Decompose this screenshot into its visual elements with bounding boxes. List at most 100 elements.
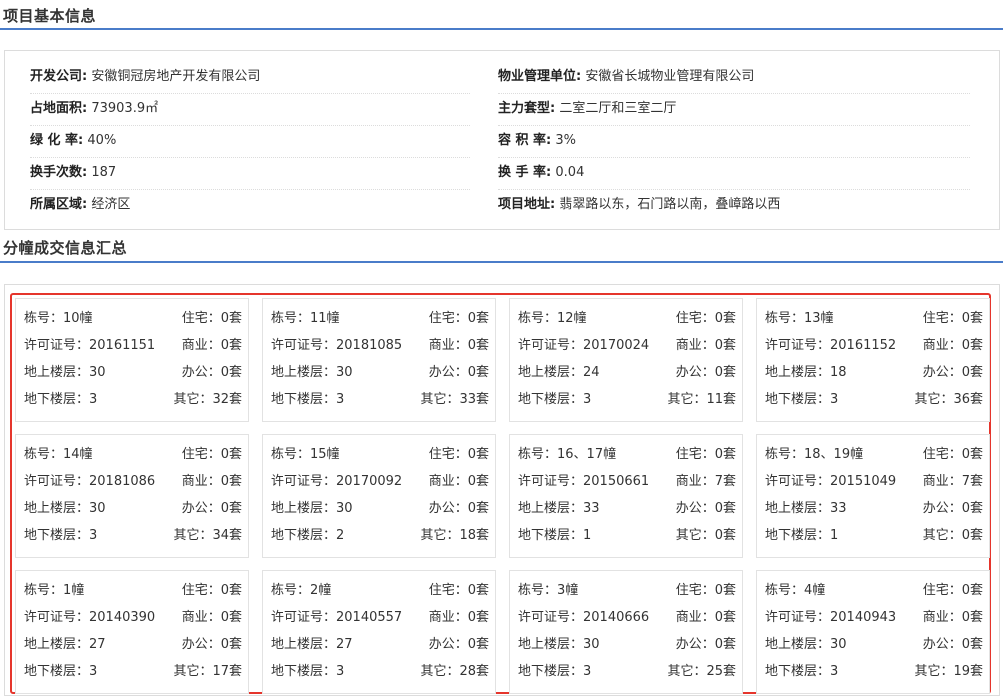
floors-above: 地上楼层：30 [518, 637, 600, 652]
card-line: 地下楼层：1 其它：0套 [765, 526, 983, 546]
section-divider [0, 28, 1003, 30]
info-label: 容 积 率: [498, 133, 552, 148]
card-line: 地上楼层：24 办公：0套 [518, 363, 736, 383]
info-row-main-layout: 主力套型: 二室二厅和三室二厅 [498, 93, 970, 126]
floors-below: 地下楼层：3 [518, 664, 592, 679]
card-line: 地下楼层：1 其它：0套 [518, 526, 736, 546]
card-line: 许可证号：20181085 商业：0套 [271, 336, 489, 356]
info-label: 换手次数: [30, 165, 88, 180]
floors-above: 地上楼层：30 [271, 501, 353, 516]
card-line: 地下楼层：3 其它：17套 [24, 662, 242, 682]
info-row-turnover-count: 换手次数: 187 [30, 157, 470, 190]
other-count: 其它：11套 [667, 392, 736, 407]
building-number: 栋号：11幢 [271, 311, 340, 326]
office-count: 办公：0套 [181, 637, 242, 652]
commercial-count: 商业：0套 [428, 338, 489, 353]
card-line: 许可证号：20161151 商业：0套 [24, 336, 242, 356]
office-count: 办公：0套 [181, 365, 242, 380]
office-count: 办公：0套 [922, 637, 983, 652]
info-value: 73903.9㎡ [91, 101, 159, 116]
commercial-count: 商业：0套 [675, 338, 736, 353]
building-card: 栋号：11幢 住宅：0套许可证号：20181085 商业：0套地上楼层：30 办公：0… [262, 298, 496, 422]
residential-count: 住宅：0套 [181, 447, 242, 462]
commercial-count: 商业：7套 [675, 474, 736, 489]
building-number: 栋号：12幢 [518, 311, 587, 326]
card-line: 许可证号：20150661 商业：7套 [518, 472, 736, 492]
info-value: 0.04 [555, 165, 585, 180]
residential-count: 住宅：0套 [675, 583, 736, 598]
card-line: 地下楼层：3 其它：11套 [518, 390, 736, 410]
card-line: 栋号：14幢 住宅：0套 [24, 445, 242, 465]
floors-above: 地上楼层：33 [765, 501, 847, 516]
residential-count: 住宅：0套 [428, 447, 489, 462]
card-line: 地上楼层：18 办公：0套 [765, 363, 983, 383]
floors-above: 地上楼层：18 [765, 365, 847, 380]
floors-below: 地下楼层：3 [765, 392, 839, 407]
info-label: 所属区域: [30, 197, 88, 212]
commercial-count: 商业：0套 [428, 474, 489, 489]
permit-number: 许可证号：20140943 [765, 610, 897, 625]
building-number: 栋号：3幢 [518, 583, 579, 598]
info-row-green-rate: 绿 化 率: 40% [30, 125, 470, 158]
card-line: 地下楼层：3 其它：28套 [271, 662, 489, 682]
card-line: 许可证号：20170024 商业：0套 [518, 336, 736, 356]
card-line: 栋号：2幢 住宅：0套 [271, 581, 489, 601]
info-label: 主力套型: [498, 101, 556, 116]
floors-above: 地上楼层：33 [518, 501, 600, 516]
info-row-plot-ratio: 容 积 率: 3% [498, 125, 970, 158]
card-line: 栋号：15幢 住宅：0套 [271, 445, 489, 465]
building-number: 栋号：10幢 [24, 311, 93, 326]
info-row-land-area: 占地面积: 73903.9㎡ [30, 93, 470, 126]
commercial-count: 商业：0套 [181, 338, 242, 353]
building-card: 栋号：16、17幢 住宅：0套 许可证号：20150661 商业：7套 地上楼层：33 办… [509, 434, 743, 558]
building-number: 栋号：15幢 [271, 447, 340, 462]
floors-below: 地下楼层：3 [24, 664, 98, 679]
card-line: 地上楼层：30 办公：0套 [271, 363, 489, 383]
floors-below: 地下楼层：2 [271, 528, 345, 543]
info-label: 绿 化 率: [30, 133, 84, 148]
floors-above: 地上楼层：27 [271, 637, 353, 652]
card-line: 许可证号：20170092 商业：0套 [271, 472, 489, 492]
office-count: 办公：0套 [922, 501, 983, 516]
card-line: 栋号：16、17幢 住宅：0套 [518, 445, 736, 465]
building-card: 栋号：3幢 住宅：0套 许可证号：20140666 商业：0套 地上楼层：30 办公：0套… [509, 570, 743, 694]
card-line: 栋号：18、19幢 住宅：0套 [765, 445, 983, 465]
floors-above: 地上楼层：30 [24, 501, 106, 516]
floors-below: 地下楼层：1 [765, 528, 839, 543]
info-label: 换 手 率: [498, 165, 552, 180]
commercial-count: 商业：0套 [181, 474, 242, 489]
permit-number: 许可证号：20181085 [271, 338, 403, 353]
section-title-basic-info: 项目基本信息 [3, 7, 97, 25]
residential-count: 住宅：0套 [428, 583, 489, 598]
card-line: 地上楼层：30 办公：0套 [765, 635, 983, 655]
card-line: 栋号：13幢 住宅：0套 [765, 309, 983, 329]
card-line: 地下楼层：3 其它：25套 [518, 662, 736, 682]
building-number: 栋号：4幢 [765, 583, 826, 598]
commercial-count: 商业：0套 [922, 610, 983, 625]
floors-above: 地上楼层：30 [271, 365, 353, 380]
info-label: 开发公司: [30, 69, 88, 84]
building-card: 栋号：14幢 住宅：0套 许可证号：20181086 商业：0套 地上楼层：30 办公：0… [15, 434, 249, 558]
card-line: 栋号：11幢 住宅：0套 [271, 309, 489, 329]
other-count: 其它：19套 [914, 664, 983, 679]
building-card: 栋号：10幢 住宅：0套 许可证号：20161151 商业：0套 地上楼层：30 办公：0… [15, 298, 249, 422]
card-line: 地上楼层：30 办公：0套 [24, 363, 242, 383]
building-number: 栋号：13幢 [765, 311, 834, 326]
card-line: 地下楼层：3 其它：32套 [24, 390, 242, 410]
commercial-count: 商业：0套 [428, 610, 489, 625]
permit-number: 许可证号：20150661 [518, 474, 650, 489]
card-line: 地上楼层：30 办公：0套 [518, 635, 736, 655]
card-line: 地上楼层：30 办公：0套 [271, 499, 489, 519]
info-value: 翡翠路以东，石门路以南，叠嶂路以西 [559, 197, 781, 212]
permit-number: 许可证号：20170092 [271, 474, 403, 489]
info-value: 187 [91, 165, 117, 180]
building-card: 栋号：1幢 住宅：0套 许可证号：20140390 商业：0套 地上楼层：27 办公：0套… [15, 570, 249, 694]
other-count: 其它：33套 [420, 392, 489, 407]
other-count: 其它：17套 [173, 664, 242, 679]
info-row-address: 项目地址: 翡翠路以东，石门路以南，叠嶂路以西 [498, 189, 970, 221]
other-count: 其它：0套 [922, 528, 983, 543]
commercial-count: 商业：0套 [675, 610, 736, 625]
card-line: 许可证号：20151049 商业：7套 [765, 472, 983, 492]
other-count: 其它：0套 [675, 528, 736, 543]
office-count: 办公：0套 [675, 365, 736, 380]
